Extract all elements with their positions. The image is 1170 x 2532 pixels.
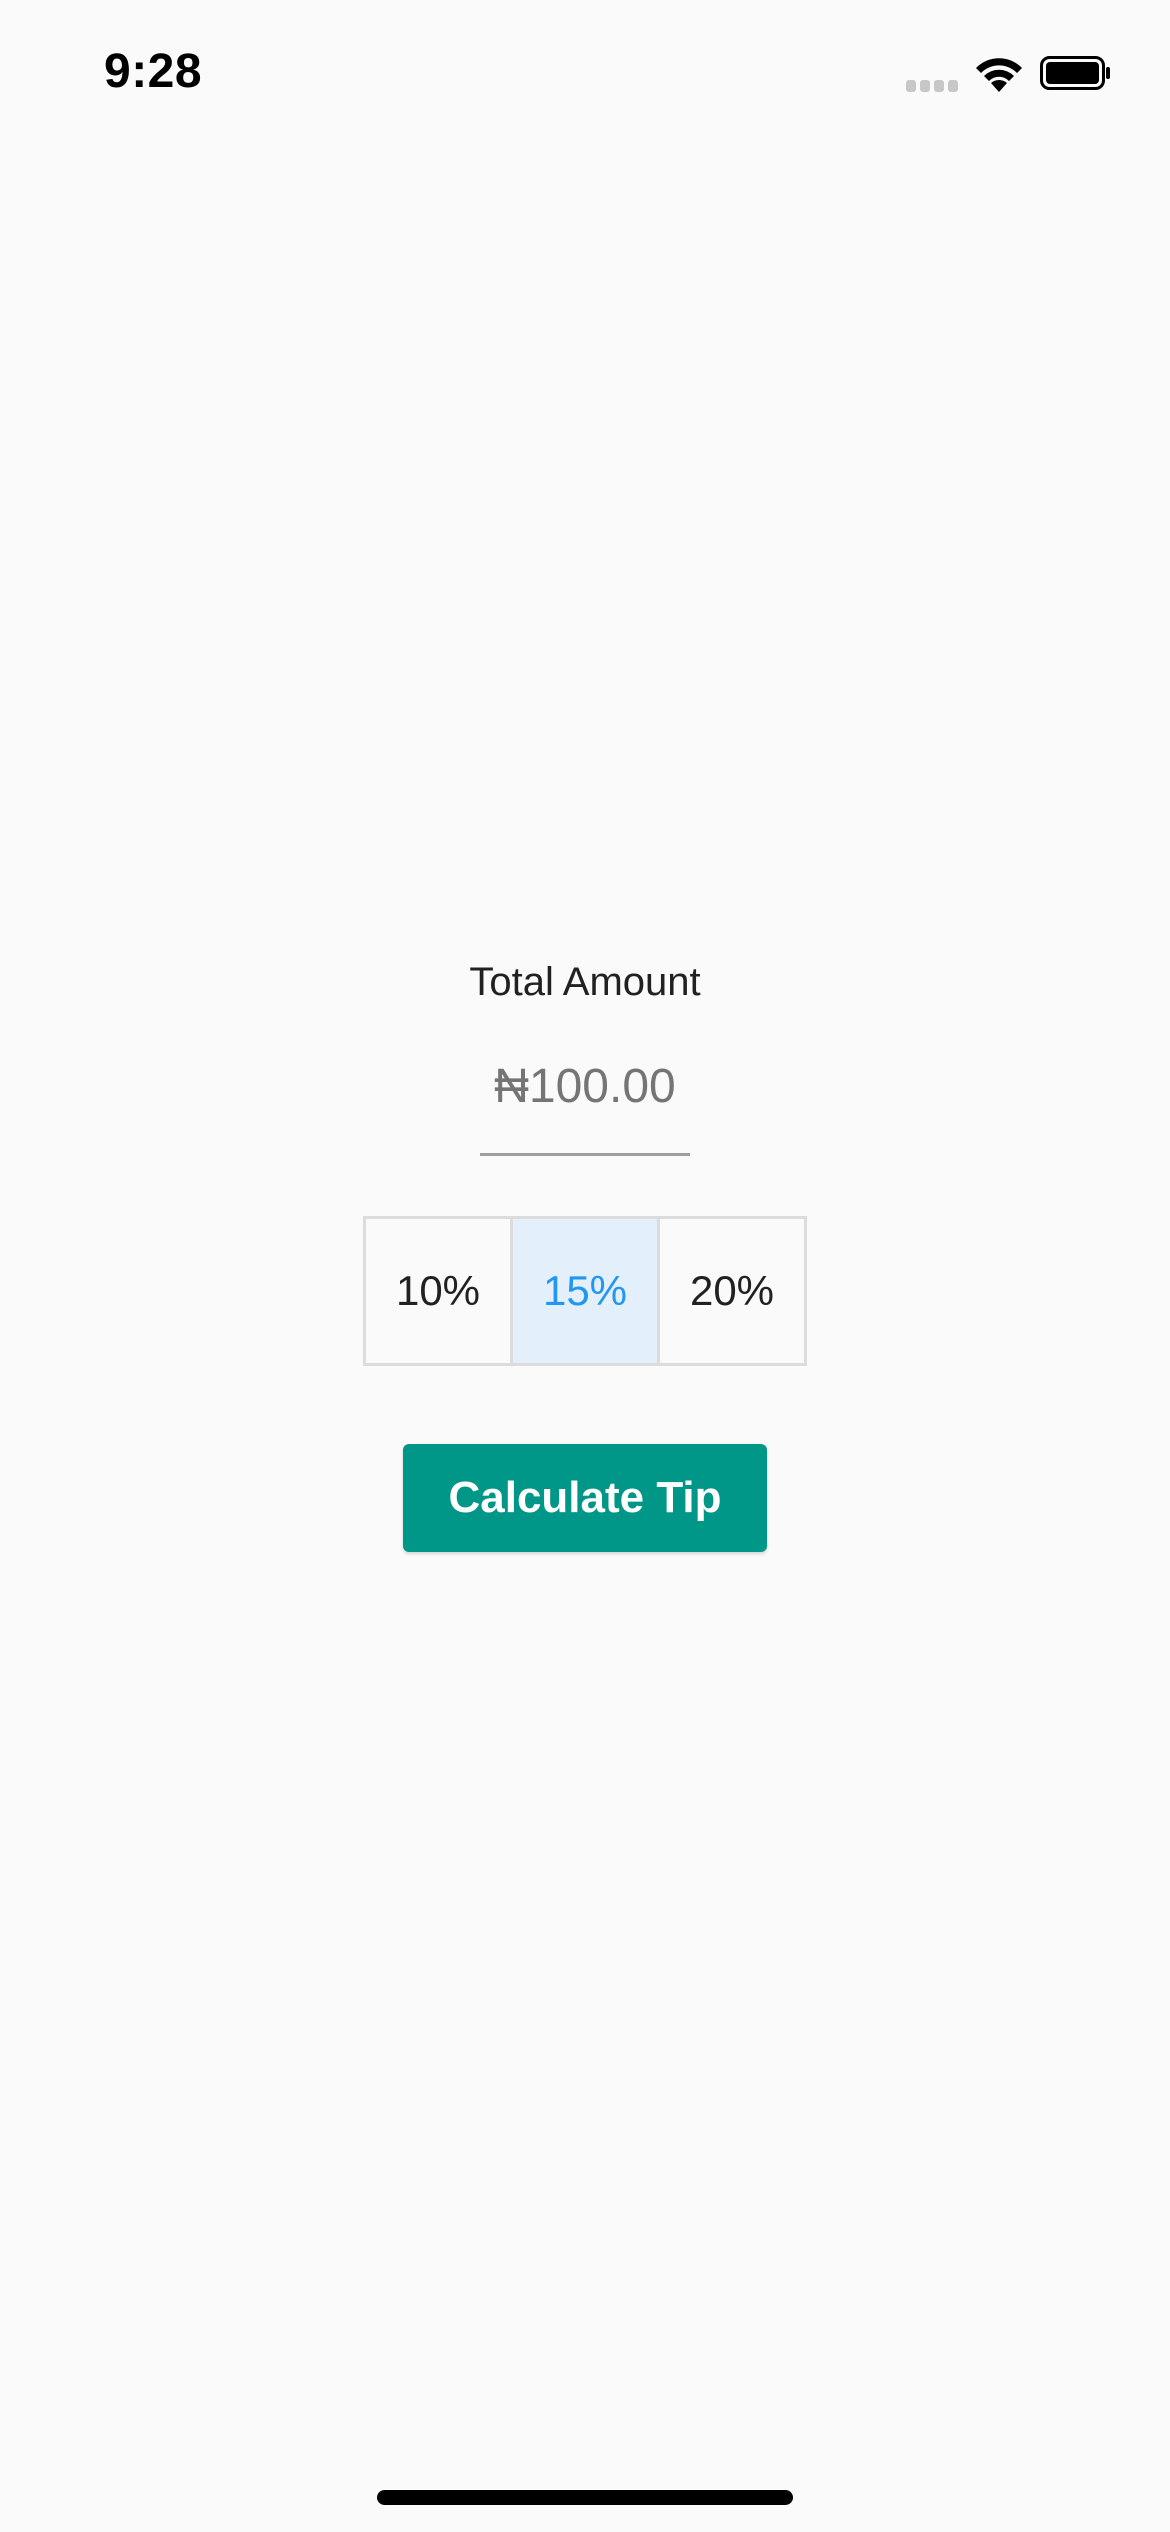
tip-percentage-selector: 10% 15% 20% xyxy=(363,1216,807,1366)
total-amount-label: Total Amount xyxy=(469,960,701,1004)
amount-input[interactable] xyxy=(480,1046,690,1126)
status-time: 9:28 xyxy=(104,45,203,98)
tip-option-10[interactable]: 10% xyxy=(366,1219,510,1363)
status-icons xyxy=(900,50,1120,98)
tip-option-15[interactable]: 15% xyxy=(510,1219,657,1363)
battery-icon xyxy=(1040,56,1110,90)
home-indicator[interactable] xyxy=(377,2490,793,2505)
amount-field[interactable] xyxy=(480,1042,690,1156)
calculate-tip-button[interactable]: Calculate Tip xyxy=(403,1444,767,1552)
wifi-icon xyxy=(976,58,1022,92)
tip-option-20[interactable]: 20% xyxy=(657,1219,804,1363)
